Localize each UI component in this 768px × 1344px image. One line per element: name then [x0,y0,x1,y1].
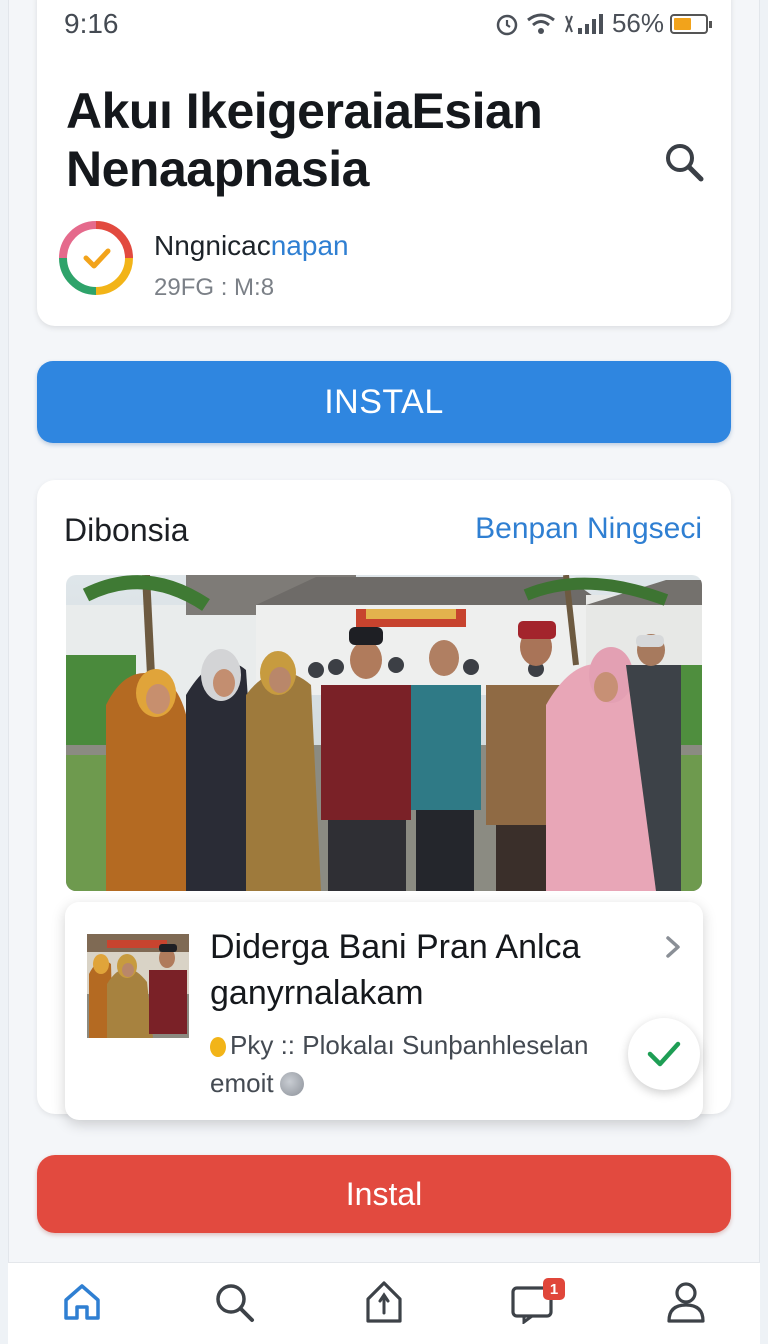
install-button[interactable]: INSTAL [37,361,731,443]
feature-thumbnail [87,934,189,1038]
app-logo [58,220,134,296]
app-meta: 29FG : M:8 [154,274,275,301]
nav-search-icon[interactable] [208,1276,260,1328]
globe-icon [279,1072,304,1096]
alarm-icon [496,14,518,35]
signal-icon [565,13,603,34]
notification-badge: 1 [543,1278,565,1300]
nav-updates-icon[interactable] [358,1276,410,1328]
nav-profile-icon[interactable] [660,1276,712,1328]
feature-title: Diderga Bani Pran Anlca ganyrnalakam [210,928,581,1012]
app-title: Akuı IkeigeraiaEsian Nenaapnasia [66,83,543,197]
feature-subtitle-text: Pky :: Plokalaı Sunþanhleselan emoit [210,1030,589,1098]
check-button[interactable] [628,1018,700,1090]
chevron-right-icon[interactable] [660,932,686,962]
developer-name-highlight: napan [270,230,349,261]
section-see-all-link[interactable]: Benpan Ningseci [475,512,702,546]
nav-home-icon[interactable] [56,1276,108,1328]
install-secondary-button[interactable]: Instal [37,1155,731,1233]
developer-name: Nngnicac [154,230,271,261]
battery-icon [670,13,712,34]
battery-percent: 56% [611,8,664,38]
check-icon [647,1041,681,1067]
search-icon[interactable] [660,138,708,186]
status-time: 9:16 [64,8,119,39]
status-dot-icon [210,1037,226,1057]
wifi-icon [527,13,555,34]
battery-level [674,17,691,30]
status-icons: 56% [494,8,712,39]
hero-image[interactable] [66,575,702,891]
section-title: Dibonsia [64,512,189,548]
feature-subtitle: Pky :: Plokalaı Sunþanhleselan emoit [210,1026,630,1102]
app-developer[interactable]: Nngnicacnapan [154,230,349,262]
